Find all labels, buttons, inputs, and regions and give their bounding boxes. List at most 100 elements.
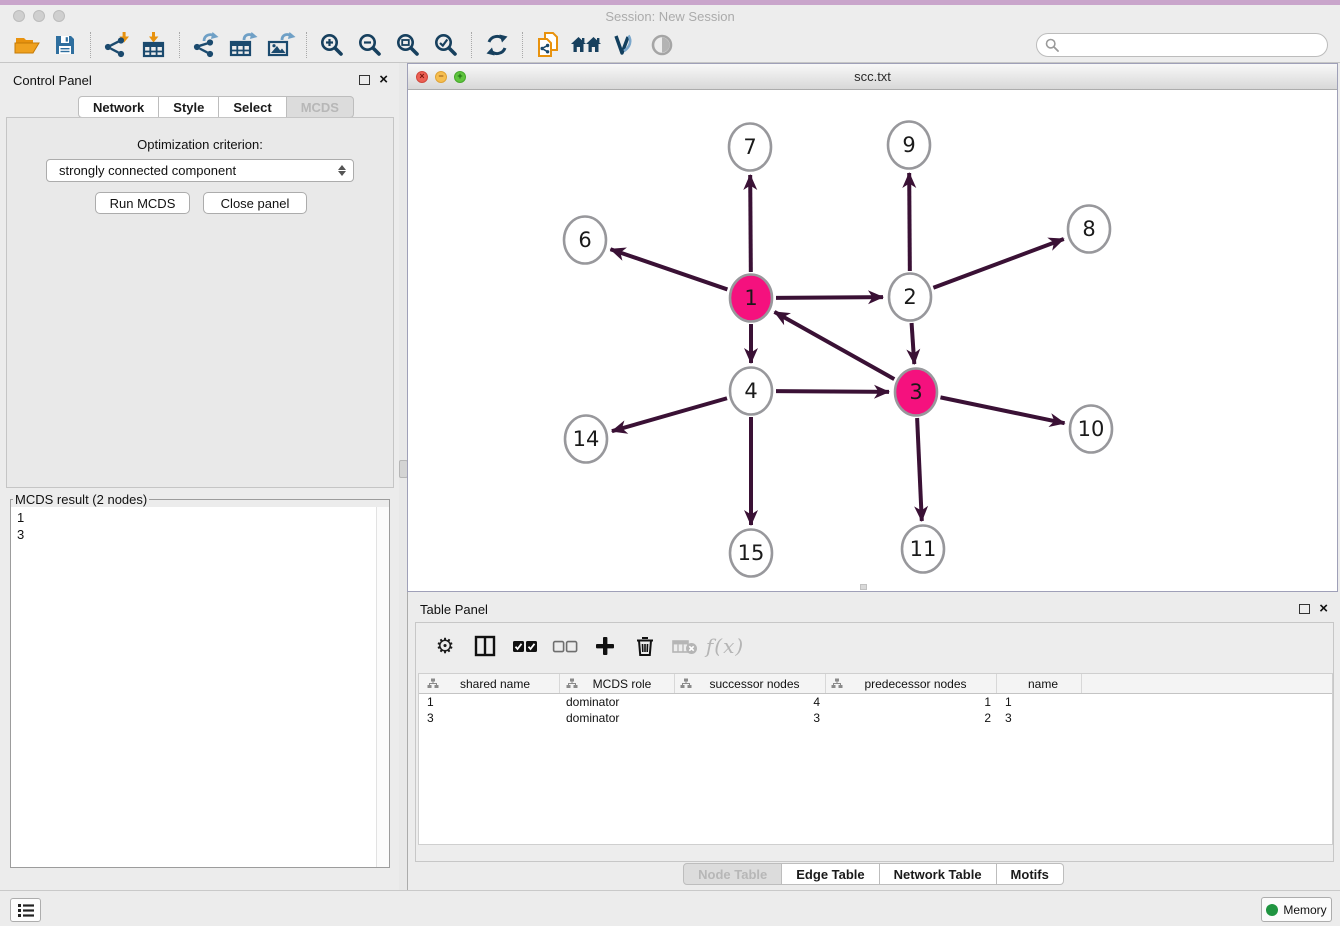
function-builder-button[interactable]: f(x) (708, 630, 742, 662)
tab-mcds[interactable]: MCDS (287, 96, 354, 118)
float-table-panel-icon[interactable] (1299, 604, 1310, 614)
zoom-fit-button[interactable] (389, 30, 427, 60)
home-button[interactable] (567, 30, 605, 60)
delete-table-button[interactable] (668, 630, 702, 662)
control-panel-title: Control Panel (13, 73, 92, 88)
graph-edge-1-2[interactable] (776, 297, 883, 298)
graph-node-label-1: 1 (744, 286, 757, 310)
unchecked-boxes-icon (552, 640, 578, 653)
node-table[interactable]: shared name MCDS role successor nodes pr… (418, 673, 1333, 845)
graph-edge-2-8[interactable] (933, 239, 1063, 288)
column-header-successor-nodes[interactable]: successor nodes (675, 674, 826, 693)
delete-column-button[interactable] (628, 630, 662, 662)
tab-node-table[interactable]: Node Table (683, 863, 782, 885)
mcds-result-area[interactable]: 1 3 (11, 507, 389, 867)
visibility-button[interactable] (643, 30, 681, 60)
import-table-icon (140, 31, 168, 59)
graph-edge-4-14[interactable] (612, 398, 727, 431)
table-row[interactable]: 3 dominator 3 2 3 (419, 710, 1332, 726)
task-history-button[interactable] (10, 898, 41, 922)
column-header-predecessor-nodes[interactable]: predecessor nodes (826, 674, 997, 693)
cell-successor-nodes[interactable]: 4 (675, 694, 826, 710)
select-stepper-icon (338, 165, 346, 176)
column-visibility-button[interactable] (468, 630, 502, 662)
graph-edge-1-6[interactable] (610, 249, 727, 289)
search-input[interactable] (1059, 35, 1327, 55)
memory-button[interactable]: Memory (1261, 897, 1332, 922)
mcds-result-text: 1 3 (11, 507, 389, 543)
export-network-button[interactable] (186, 30, 224, 60)
criterion-value: strongly connected component (59, 163, 236, 178)
cell-mcds-role[interactable]: dominator (560, 694, 675, 710)
add-column-button[interactable] (588, 630, 622, 662)
graph-edge-2-3[interactable] (912, 323, 915, 364)
zoom-in-button[interactable] (313, 30, 351, 60)
tab-edge-table[interactable]: Edge Table (782, 863, 879, 885)
fx-icon: f(x) (706, 634, 744, 658)
cell-name[interactable]: 3 (997, 710, 1082, 726)
column-header-name[interactable]: name (997, 674, 1082, 693)
zoom-out-icon (357, 32, 383, 58)
zoom-selected-icon (433, 32, 459, 58)
export-image-button[interactable] (262, 30, 300, 60)
table-panel-title: Table Panel (420, 602, 488, 617)
select-all-button[interactable] (508, 630, 542, 662)
tab-network[interactable]: Network (78, 96, 159, 118)
close-table-panel-icon[interactable]: × (1319, 604, 1328, 614)
table-settings-button[interactable]: ⚙ (428, 630, 462, 662)
zoom-out-button[interactable] (351, 30, 389, 60)
cell-predecessor-nodes[interactable]: 2 (826, 710, 997, 726)
network-canvas[interactable]: 7968124314101511 (408, 90, 1337, 591)
import-network-button[interactable] (97, 30, 135, 60)
graph-edge-1-7[interactable] (750, 175, 751, 272)
result-scrollbar[interactable] (376, 507, 389, 867)
criterion-select[interactable]: strongly connected component (46, 159, 354, 182)
network-graph[interactable]: 7968124314101511 (408, 90, 1337, 591)
apply-style-button[interactable] (605, 30, 643, 60)
graph-edge-3-11[interactable] (917, 418, 922, 521)
duplicate-network-button[interactable] (529, 30, 567, 60)
search-box[interactable] (1036, 33, 1328, 57)
import-table-button[interactable] (135, 30, 173, 60)
run-mcds-button[interactable]: Run MCDS (95, 192, 190, 214)
cell-shared-name[interactable]: 1 (419, 694, 560, 710)
cell-shared-name[interactable]: 3 (419, 710, 560, 726)
export-table-button[interactable] (224, 30, 262, 60)
cell-mcds-role[interactable]: dominator (560, 710, 675, 726)
cell-predecessor-nodes[interactable]: 1 (826, 694, 997, 710)
graph-node-label-4: 4 (744, 379, 757, 403)
table-row[interactable]: 1 dominator 4 1 1 (419, 694, 1332, 710)
float-panel-icon[interactable] (359, 75, 370, 85)
refresh-button[interactable] (478, 30, 516, 60)
export-table-icon (228, 31, 258, 59)
tab-network-table[interactable]: Network Table (880, 863, 997, 885)
toolbar-separator (306, 32, 307, 58)
delete-table-icon (672, 637, 698, 655)
deselect-all-button[interactable] (548, 630, 582, 662)
network-window-titlebar[interactable]: × − + scc.txt (408, 64, 1337, 90)
graph-node-label-11: 11 (910, 537, 937, 561)
graph-edge-3-1[interactable] (774, 312, 894, 379)
close-panel-icon[interactable]: × (379, 75, 388, 85)
open-session-button[interactable] (8, 30, 46, 60)
cell-name[interactable]: 1 (997, 694, 1082, 710)
graph-edge-4-3[interactable] (776, 391, 889, 392)
column-header-mcds-role[interactable]: MCDS role (560, 674, 675, 693)
tab-style[interactable]: Style (159, 96, 219, 118)
view-resize-grip[interactable] (860, 584, 867, 590)
graph-edge-2-9[interactable] (909, 173, 910, 271)
cell-successor-nodes[interactable]: 3 (675, 710, 826, 726)
column-header-shared-name[interactable]: shared name (419, 674, 560, 693)
import-network-icon (102, 31, 130, 59)
eye-icon (649, 32, 675, 58)
close-panel-button[interactable]: Close panel (203, 192, 307, 214)
graph-node-label-6: 6 (578, 228, 591, 252)
memory-label: Memory (1283, 903, 1326, 917)
tab-select[interactable]: Select (219, 96, 286, 118)
graph-node-label-3: 3 (909, 380, 922, 404)
save-session-button[interactable] (46, 30, 84, 60)
graph-edge-3-10[interactable] (940, 397, 1064, 423)
zoom-selected-button[interactable] (427, 30, 465, 60)
tab-motifs[interactable]: Motifs (997, 863, 1064, 885)
table-column-headers: shared name MCDS role successor nodes pr… (419, 674, 1332, 694)
